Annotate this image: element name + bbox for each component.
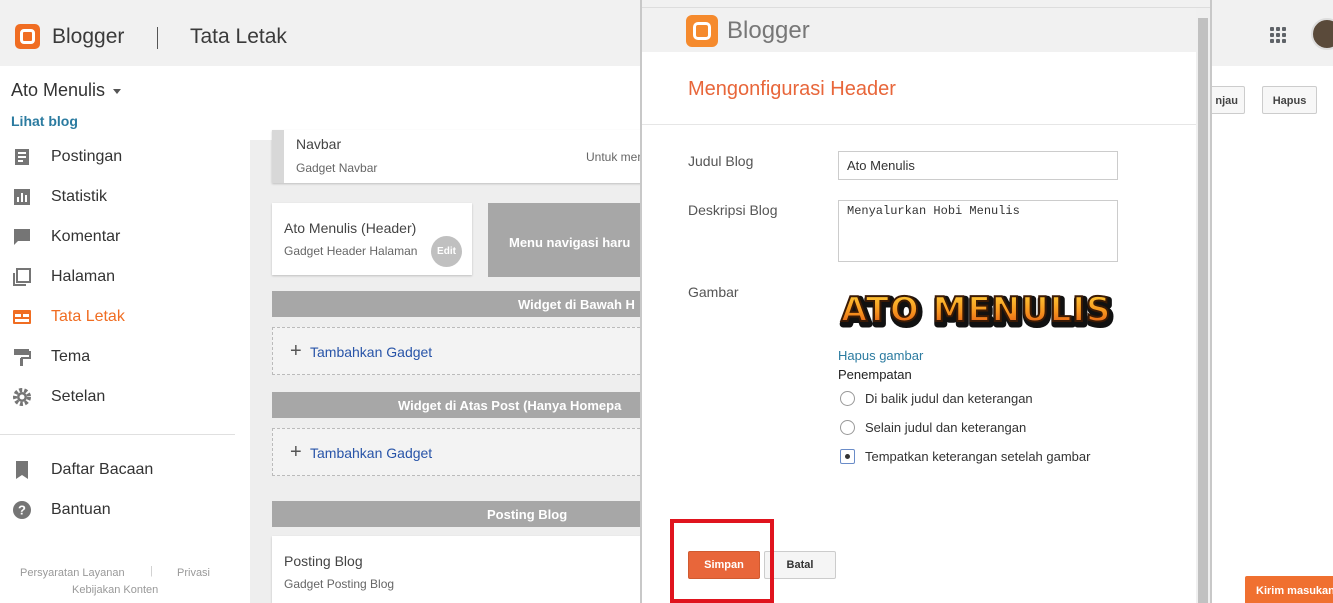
post-gadget-title: Posting Blog (284, 553, 363, 569)
post-gadget[interactable]: Posting Blog Gadget Posting Blog (272, 536, 645, 603)
placement-option-beside[interactable]: Selain judul dan keterangan (840, 419, 1026, 435)
stats-icon (14, 189, 30, 205)
cancel-button[interactable]: Batal (764, 551, 836, 579)
add-gadget-link[interactable]: Tambahkan Gadget (310, 445, 432, 461)
dialog-brand: Blogger (727, 17, 810, 44)
blogger-logo-icon (686, 15, 718, 47)
radio-label: Tempatkan keterangan setelah gambar (865, 448, 1091, 464)
placement-label: Penempatan (838, 367, 912, 382)
sidebar-item-reading-list[interactable]: Daftar Bacaan (11, 458, 153, 482)
sidebar-item-label: Halaman (51, 268, 116, 285)
save-highlight-box (670, 519, 774, 603)
caret-down-icon (113, 88, 122, 94)
blog-description-input[interactable]: Menyalurkan Hobi Menulis (838, 200, 1118, 262)
configure-header-dialog: Blogger Mengonfigurasi Header Judul Blog… (640, 0, 1212, 603)
theme-icon (14, 349, 31, 366)
delete-button[interactable]: Hapus (1262, 86, 1317, 114)
content-policy-link[interactable]: Kebijakan Konten (72, 584, 158, 596)
remove-image-link[interactable]: Hapus gambar (838, 348, 923, 363)
popup-address-bar (642, 0, 1210, 8)
sidebar-item-layout[interactable]: Tata Letak (11, 305, 125, 329)
sidebar-item-theme[interactable]: Tema (11, 345, 90, 369)
add-gadget-link[interactable]: Tambahkan Gadget (310, 344, 432, 360)
plus-icon: + (290, 340, 302, 362)
dialog-scrollbar[interactable] (1196, 8, 1210, 603)
section-title: Widget di Bawah H (518, 297, 635, 312)
navbar-note: Untuk men (586, 150, 645, 164)
layout-icon (13, 310, 31, 324)
blog-name: Ato Menulis (11, 80, 106, 100)
sidebar-item-settings[interactable]: Setelan (11, 385, 105, 409)
avatar[interactable] (1311, 18, 1333, 50)
add-gadget-zone[interactable]: + Tambahkan Gadget (272, 327, 645, 375)
post-gadget-subtitle: Gadget Posting Blog (284, 577, 395, 591)
plus-icon: + (290, 441, 302, 463)
dialog-header: Blogger (642, 8, 1198, 52)
radio-label: Di balik judul dan keterangan (865, 390, 1033, 406)
sidebar-item-label: Daftar Bacaan (51, 461, 154, 478)
blog-selector[interactable]: Ato Menulis (11, 80, 122, 101)
radio-button[interactable] (840, 390, 855, 406)
section-title: Widget di Atas Post (Hanya Homepa (398, 398, 622, 413)
pages-icon (13, 268, 31, 286)
sidebar-item-label: Postingan (51, 148, 123, 165)
blog-description-label: Deskripsi Blog (688, 202, 778, 218)
sidebar-item-pages[interactable]: Halaman (11, 265, 115, 289)
brand-name[interactable]: Blogger (52, 25, 124, 49)
comment-icon (14, 229, 30, 245)
navbar-subtitle: Gadget Navbar (296, 161, 378, 175)
radio-button-checked[interactable] (840, 448, 855, 464)
add-gadget-zone[interactable]: + Tambahkan Gadget (272, 428, 645, 476)
header-gadget-title: Ato Menulis (Header) (284, 220, 417, 236)
sidebar-item-label: Bantuan (51, 501, 111, 518)
navbar-gadget[interactable]: Navbar Gadget Navbar Untuk men (272, 130, 645, 183)
image-label: Gambar (688, 284, 739, 300)
blog-title-label: Judul Blog (688, 153, 754, 169)
footer-separator: | (150, 565, 153, 577)
sidebar-item-stats[interactable]: Statistik (11, 185, 107, 209)
blog-title-input[interactable] (838, 151, 1118, 180)
radio-button[interactable] (840, 419, 855, 435)
section-above-post: Widget di Atas Post (Hanya Homepa (272, 392, 645, 418)
sidebar-divider (0, 434, 235, 435)
menu-navigation-box[interactable]: Menu navigasi haru (488, 203, 645, 277)
edit-header-button[interactable]: Edit (431, 236, 462, 267)
sidebar-item-posts[interactable]: Postingan (11, 145, 122, 169)
blogger-logo-icon[interactable] (15, 24, 40, 49)
placement-option-behind[interactable]: Di balik judul dan keterangan (840, 390, 1033, 406)
dialog-title: Mengonfigurasi Header (688, 78, 896, 100)
sidebar-item-label: Setelan (51, 388, 106, 405)
bookmark-icon (16, 461, 28, 479)
svg-text:?: ? (18, 503, 26, 518)
header-divider (157, 27, 158, 49)
section-blog-posts: Posting Blog (272, 501, 645, 527)
sidebar-item-label: Tema (51, 348, 91, 365)
scrollbar-thumb[interactable] (1198, 18, 1208, 603)
header-image-text: ATO MENULIS (841, 290, 1112, 330)
view-blog-link[interactable]: Lihat blog (11, 113, 78, 129)
navbar-title: Navbar (296, 136, 342, 152)
apps-grid-icon[interactable] (1270, 27, 1286, 43)
placement-option-after-image[interactable]: Tempatkan keterangan setelah gambar (840, 448, 1090, 464)
header-gadget-subtitle: Gadget Header Halaman (284, 244, 418, 258)
radio-label: Selain judul dan keterangan (865, 419, 1027, 435)
menu-navigation-text: Menu navigasi haru (509, 235, 631, 250)
section-title: Posting Blog (487, 507, 568, 522)
sidebar-item-label: Komentar (51, 228, 121, 245)
terms-link[interactable]: Persyaratan Layanan (20, 567, 125, 579)
section-below-header: Widget di Bawah H (272, 291, 645, 317)
dialog-divider (642, 124, 1198, 125)
feedback-button[interactable]: Kirim masukan (1245, 576, 1333, 603)
settings-icon (13, 388, 31, 406)
page-title: Tata Letak (190, 25, 287, 48)
posts-icon (15, 149, 29, 165)
sidebar-item-comments[interactable]: Komentar (11, 225, 120, 249)
sidebar-item-help[interactable]: ? Bantuan (11, 498, 111, 522)
privacy-link[interactable]: Privasi (177, 567, 210, 579)
header-image: ATO MENULIS ATO MENULIS (840, 289, 1117, 337)
help-icon: ? (13, 501, 31, 519)
sidebar-item-label: Statistik (51, 188, 108, 205)
sidebar-item-label: Tata Letak (51, 308, 125, 325)
